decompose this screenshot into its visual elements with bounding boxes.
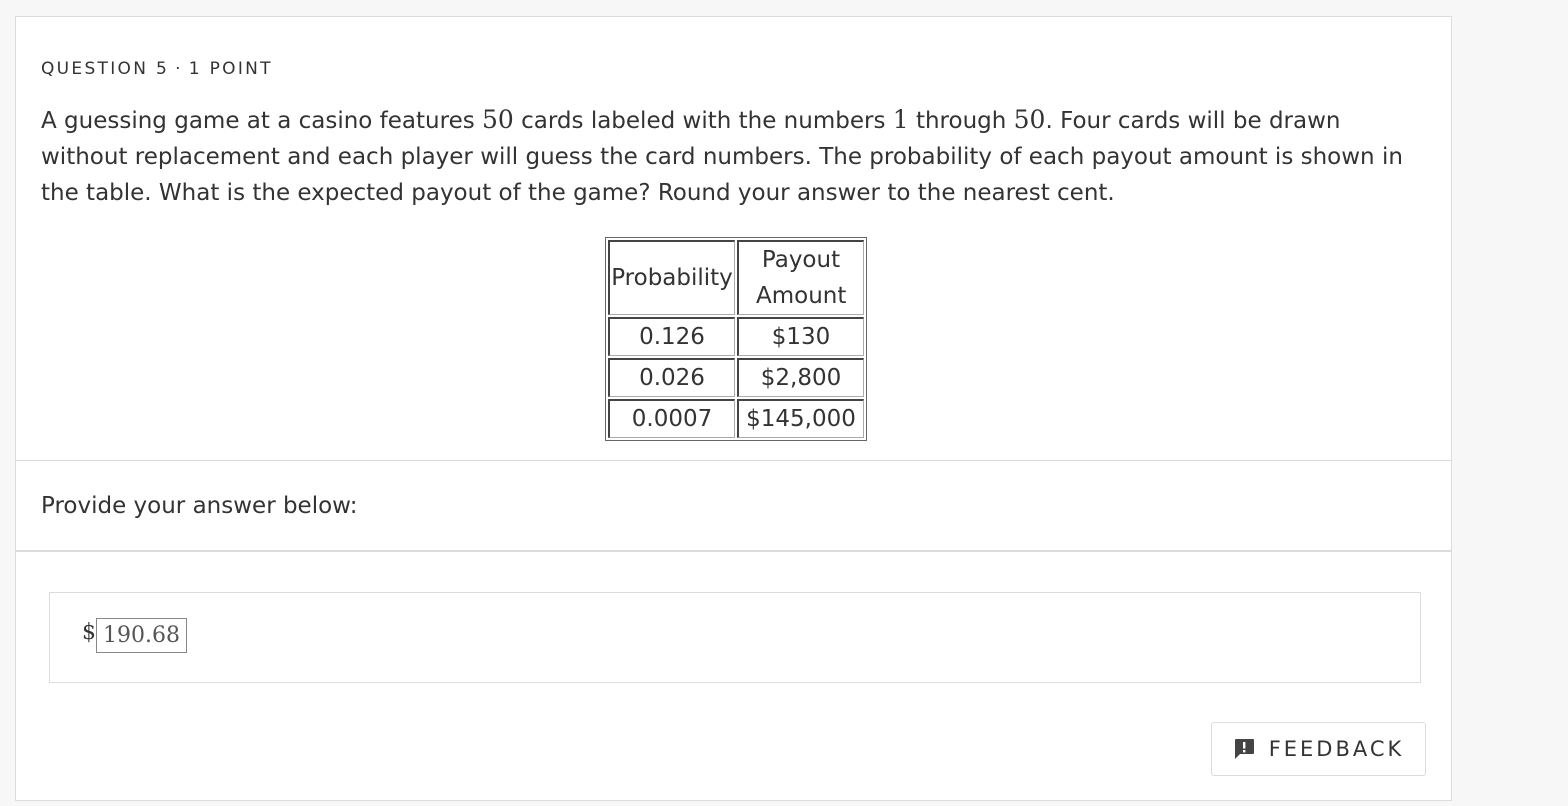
question-card: QUESTION 5 · 1 POINT A guessing game at a …: [15, 16, 1452, 801]
table-row: 0.0007 $145,000: [608, 399, 864, 438]
question-text-part: cards labeled with the numbers: [513, 108, 893, 134]
question-points: 1 POINT: [188, 59, 273, 79]
table-cell-probability: 0.126: [608, 317, 735, 356]
table-row: 0.126 $130: [608, 317, 864, 356]
section-divider: [16, 550, 1451, 552]
section-divider: [16, 460, 1451, 461]
table-cell-probability: 0.0007: [608, 399, 735, 438]
answer-input[interactable]: 190.68: [96, 618, 187, 653]
answer-area: $ 190.68: [49, 592, 1421, 683]
header-separator: ·: [175, 59, 183, 79]
math-number: 50: [482, 105, 514, 134]
question-number: QUESTION 5: [41, 59, 170, 79]
feedback-button[interactable]: FEEDBACK: [1211, 722, 1426, 776]
currency-symbol: $: [82, 620, 96, 645]
payout-table: Probability Payout Amount 0.126 $130 0.0…: [605, 237, 867, 441]
column-header-probability: Probability: [608, 240, 735, 315]
feedback-alert-icon: [1233, 738, 1255, 760]
table-header-row: Probability Payout Amount: [608, 240, 864, 315]
table-cell-payout: $2,800: [737, 358, 864, 397]
math-number: 50: [1013, 105, 1046, 134]
question-text: A guessing game at a casino features 50 …: [41, 102, 1421, 211]
answer-prompt: Provide your answer below:: [41, 493, 358, 519]
table-row: 0.026 $2,800: [608, 358, 864, 397]
question-text-part: A guessing game at a casino features: [41, 108, 483, 134]
table-cell-payout: $145,000: [737, 399, 864, 438]
question-text-part: through: [908, 108, 1014, 134]
question-header: QUESTION 5 · 1 POINT: [41, 59, 273, 79]
column-header-payout: Payout Amount: [737, 240, 864, 315]
feedback-label: FEEDBACK: [1268, 737, 1405, 761]
column-header-payout-label: Payout Amount: [756, 247, 847, 309]
table-cell-probability: 0.026: [608, 358, 735, 397]
math-number: 1: [892, 105, 909, 134]
table-cell-payout: $130: [737, 317, 864, 356]
